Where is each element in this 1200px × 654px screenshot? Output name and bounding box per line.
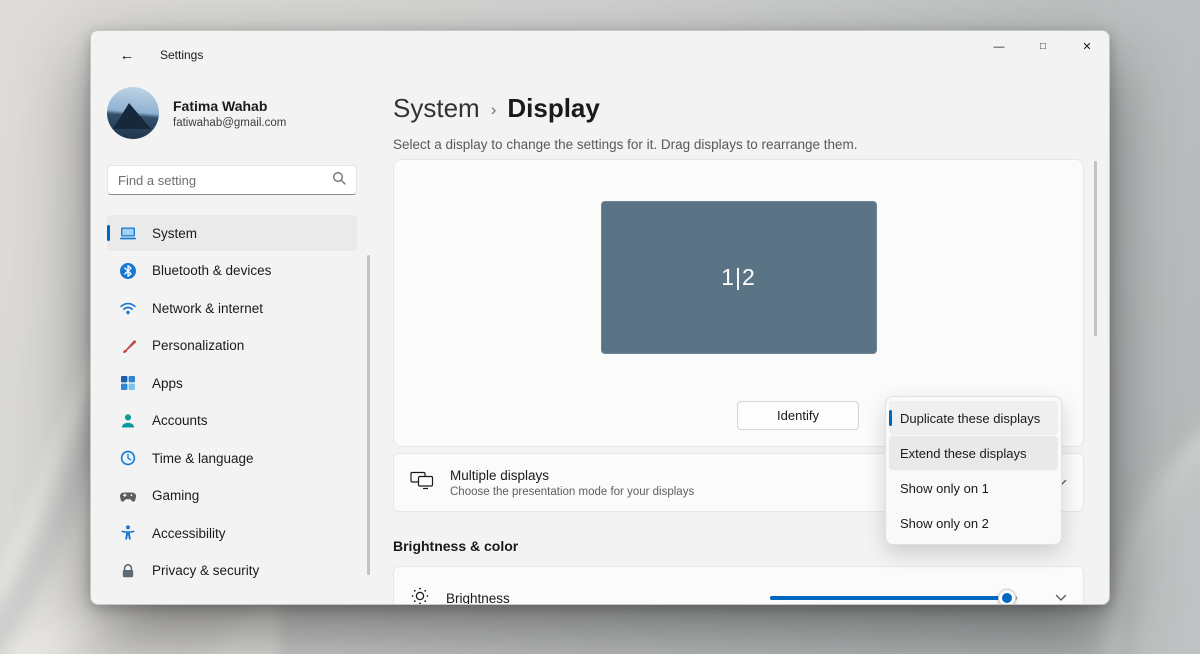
apps-icon: [119, 374, 137, 392]
page-description: Select a display to change the settings …: [393, 137, 1084, 155]
monitor-label: 1|2: [721, 264, 756, 291]
settings-window: ← Settings — □ ✕ Fatima Wahab fatiwahab@…: [90, 30, 1110, 605]
sidebar-item-apps[interactable]: Apps: [107, 365, 357, 401]
sidebar: Fatima Wahab fatiwahab@gmail.com: [91, 79, 381, 605]
profile-email: fatiwahab@gmail.com: [173, 117, 286, 129]
sidebar-item-bluetooth-devices[interactable]: Bluetooth & devices: [107, 253, 357, 289]
avatar: [107, 87, 159, 139]
display-monitor-preview[interactable]: 1|2: [601, 201, 877, 354]
account-profile[interactable]: Fatima Wahab fatiwahab@gmail.com: [107, 87, 357, 139]
multiple-displays-title: Multiple displays: [450, 468, 694, 483]
dropdown-option-show-only-2[interactable]: Show only on 2: [889, 506, 1058, 540]
dropdown-option-extend[interactable]: Extend these displays: [889, 436, 1058, 470]
sidebar-item-label: Apps: [152, 376, 183, 391]
main-content: System › Display Select a display to cha…: [381, 79, 1109, 605]
back-button[interactable]: ←: [114, 42, 140, 68]
sidebar-item-label: Accessibility: [152, 526, 226, 541]
breadcrumb: System › Display: [393, 89, 1084, 127]
identify-button[interactable]: Identify: [737, 401, 859, 430]
close-button[interactable]: ✕: [1065, 31, 1109, 62]
sidebar-item-accessibility[interactable]: Accessibility: [107, 515, 357, 551]
multiple-displays-text: Multiple displays Choose the presentatio…: [450, 468, 694, 498]
search-icon: [332, 171, 346, 190]
sidebar-item-label: Bluetooth & devices: [152, 263, 271, 278]
sidebar-item-label: Personalization: [152, 338, 244, 353]
accounts-icon: [119, 412, 137, 430]
brightness-label: Brightness: [446, 591, 510, 606]
sidebar-item-gaming[interactable]: Gaming: [107, 478, 357, 514]
bluetooth-icon: [119, 262, 137, 280]
brightness-slider[interactable]: [770, 588, 1017, 605]
page-title: Display: [507, 93, 600, 124]
sidebar-nav: System Bluetooth & devices Network & int…: [107, 215, 357, 589]
minimize-button[interactable]: —: [977, 31, 1021, 62]
search-input[interactable]: [118, 173, 332, 188]
maximize-button[interactable]: □: [1021, 31, 1065, 62]
desktop-background: ← Settings — □ ✕ Fatima Wahab fatiwahab@…: [0, 0, 1200, 654]
breadcrumb-system[interactable]: System: [393, 93, 480, 124]
sidebar-item-label: Gaming: [152, 488, 199, 503]
system-icon: [119, 224, 137, 242]
sidebar-item-label: Network & internet: [152, 301, 263, 316]
sidebar-item-accounts[interactable]: Accounts: [107, 403, 357, 439]
profile-name: Fatima Wahab: [173, 98, 286, 114]
privacy-security-icon: [119, 562, 137, 580]
sidebar-item-label: Time & language: [152, 451, 254, 466]
dropdown-option-show-only-1[interactable]: Show only on 1: [889, 471, 1058, 505]
multiple-displays-subtitle: Choose the presentation mode for your di…: [450, 486, 694, 498]
sidebar-item-time-language[interactable]: Time & language: [107, 440, 357, 476]
display-mode-dropdown: Duplicate these displays Extend these di…: [885, 396, 1062, 545]
brightness-slider-thumb[interactable]: [998, 589, 1016, 605]
brightness-slider-fill: [770, 596, 1007, 600]
sidebar-item-system[interactable]: System: [107, 215, 357, 251]
content-scrollbar[interactable]: [1094, 161, 1097, 336]
gaming-icon: [119, 487, 137, 505]
search-box[interactable]: [107, 165, 357, 195]
dropdown-option-duplicate[interactable]: Duplicate these displays: [889, 401, 1058, 435]
breadcrumb-separator-icon: ›: [491, 96, 497, 120]
brightness-row[interactable]: Brightness: [393, 566, 1084, 605]
sidebar-scrollbar[interactable]: [367, 255, 370, 575]
network-icon: [119, 299, 137, 317]
window-body: Fatima Wahab fatiwahab@gmail.com: [91, 79, 1109, 605]
chevron-down-icon[interactable]: [1055, 594, 1067, 602]
time-language-icon: [119, 449, 137, 467]
sidebar-item-network-internet[interactable]: Network & internet: [107, 290, 357, 326]
brightness-sun-icon: [410, 586, 430, 606]
sidebar-item-label: Accounts: [152, 413, 208, 428]
titlebar: ← Settings — □ ✕: [91, 31, 1109, 79]
window-title: Settings: [160, 48, 203, 62]
sidebar-item-personalization[interactable]: Personalization: [107, 328, 357, 364]
personalization-icon: [119, 337, 137, 355]
sidebar-item-privacy-security[interactable]: Privacy & security: [107, 553, 357, 589]
profile-text: Fatima Wahab fatiwahab@gmail.com: [173, 98, 286, 129]
window-controls: — □ ✕: [977, 31, 1109, 62]
multiple-displays-icon: [410, 471, 434, 495]
accessibility-icon: [119, 524, 137, 542]
sidebar-item-label: System: [152, 226, 197, 241]
sidebar-item-label: Privacy & security: [152, 563, 259, 578]
